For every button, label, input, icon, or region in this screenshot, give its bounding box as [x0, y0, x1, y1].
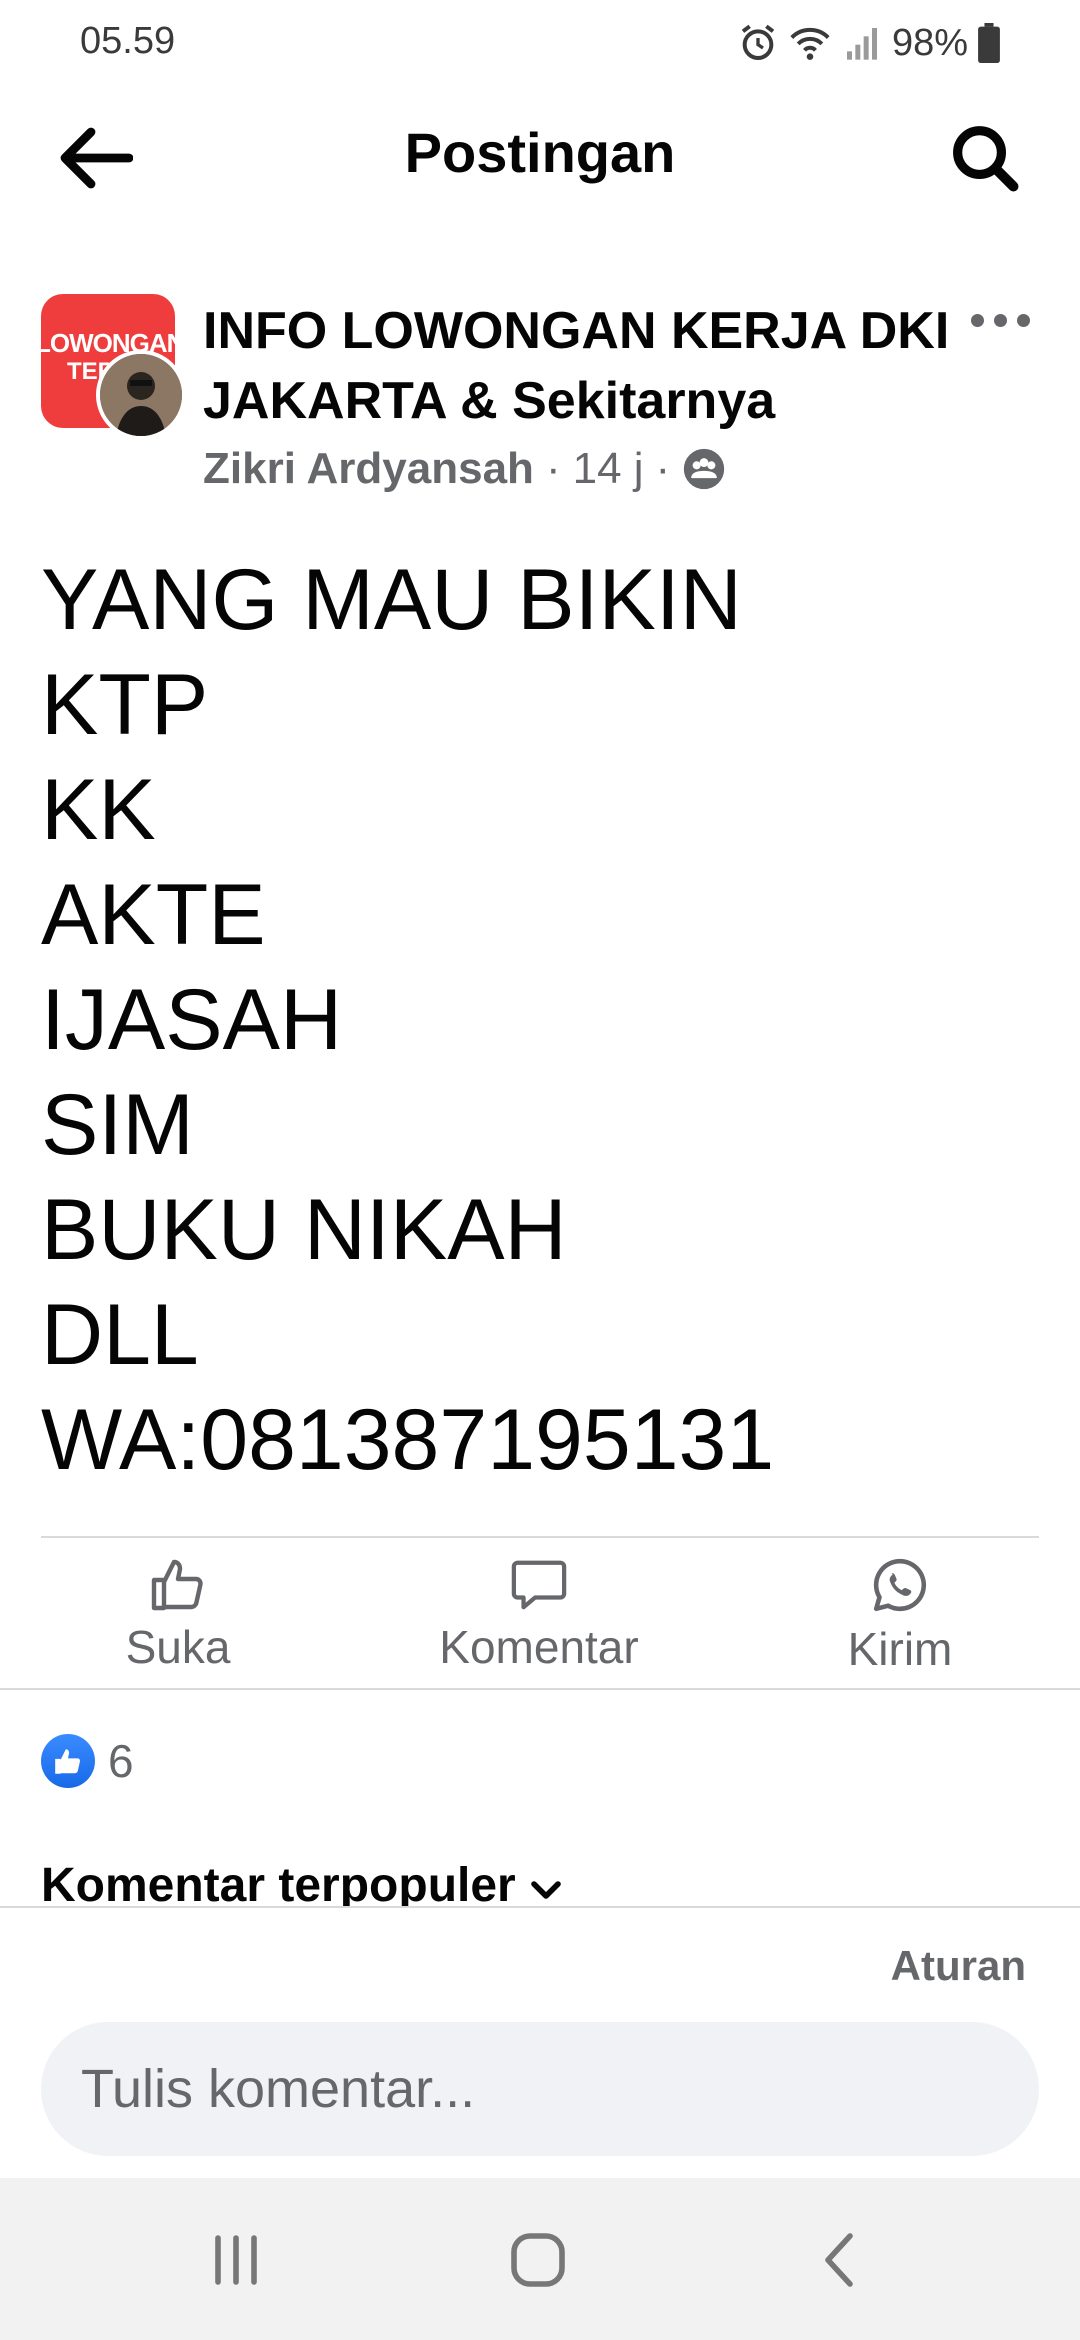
page-title: Postingan	[404, 121, 676, 184]
whatsapp-icon	[873, 1558, 926, 1612]
recent-apps-button[interactable]	[176, 2218, 296, 2302]
dot-icon	[970, 313, 984, 327]
chevron-left-icon	[825, 2233, 853, 2287]
dot-icon	[993, 313, 1007, 327]
like-label: Suka	[125, 1621, 231, 1673]
comment-label: Komentar	[439, 1621, 639, 1673]
like-button[interactable]: Suka	[48, 1556, 308, 1674]
meta-separator: ·	[655, 444, 671, 493]
search-button[interactable]	[940, 118, 1030, 198]
home-button[interactable]	[478, 2218, 598, 2302]
author-name[interactable]: Zikri Ardyansah	[203, 444, 534, 494]
like-reaction-icon[interactable]	[41, 1734, 95, 1788]
thumbs-up-icon	[151, 1559, 203, 1611]
send-whatsapp-button[interactable]: Kirim	[770, 1556, 1030, 1676]
group-name[interactable]: INFO LOWONGAN KERJA DKI JAKARTA & Sekita…	[203, 296, 963, 436]
dot-icon	[1016, 313, 1030, 327]
post-body: YANG MAU BIKIN KTP KK AKTE IJASAH SIM BU…	[41, 552, 775, 1488]
comment-sort-dropdown[interactable]: Komentar terpopuler	[41, 1858, 566, 1908]
search-icon	[953, 126, 1019, 192]
author-avatar[interactable]	[96, 350, 186, 440]
home-icon	[511, 2233, 565, 2287]
divider	[0, 1688, 1080, 1690]
alarm-icon	[741, 24, 775, 61]
recent-apps-icon	[215, 2235, 257, 2285]
battery-icon	[978, 23, 1000, 63]
group-members-icon	[684, 448, 725, 490]
rules-link[interactable]: Aturan	[891, 1942, 1026, 1990]
comment-input[interactable]	[41, 2022, 1039, 2156]
divider	[41, 1536, 1039, 1538]
status-time: 05.59	[80, 20, 176, 62]
wifi-icon	[790, 27, 830, 60]
post-meta: Zikri Ardyansah · 14 j ·	[203, 444, 726, 494]
chevron-down-icon	[530, 1881, 561, 1899]
more-options-button[interactable]	[960, 300, 1040, 340]
status-icons: 98%	[738, 20, 1000, 66]
comment-sort-label: Komentar terpopuler	[41, 1859, 516, 1908]
meta-separator: ·	[545, 444, 561, 493]
battery-percentage: 98%	[891, 21, 968, 64]
comment-button[interactable]: Komentar	[409, 1556, 669, 1674]
send-label: Kirim	[847, 1623, 953, 1675]
system-back-button[interactable]	[780, 2218, 900, 2302]
signal-icon	[846, 28, 877, 60]
comment-icon	[511, 1560, 567, 1610]
post-time[interactable]: 14 j	[573, 444, 644, 494]
reaction-count[interactable]: 6	[108, 1734, 134, 1788]
